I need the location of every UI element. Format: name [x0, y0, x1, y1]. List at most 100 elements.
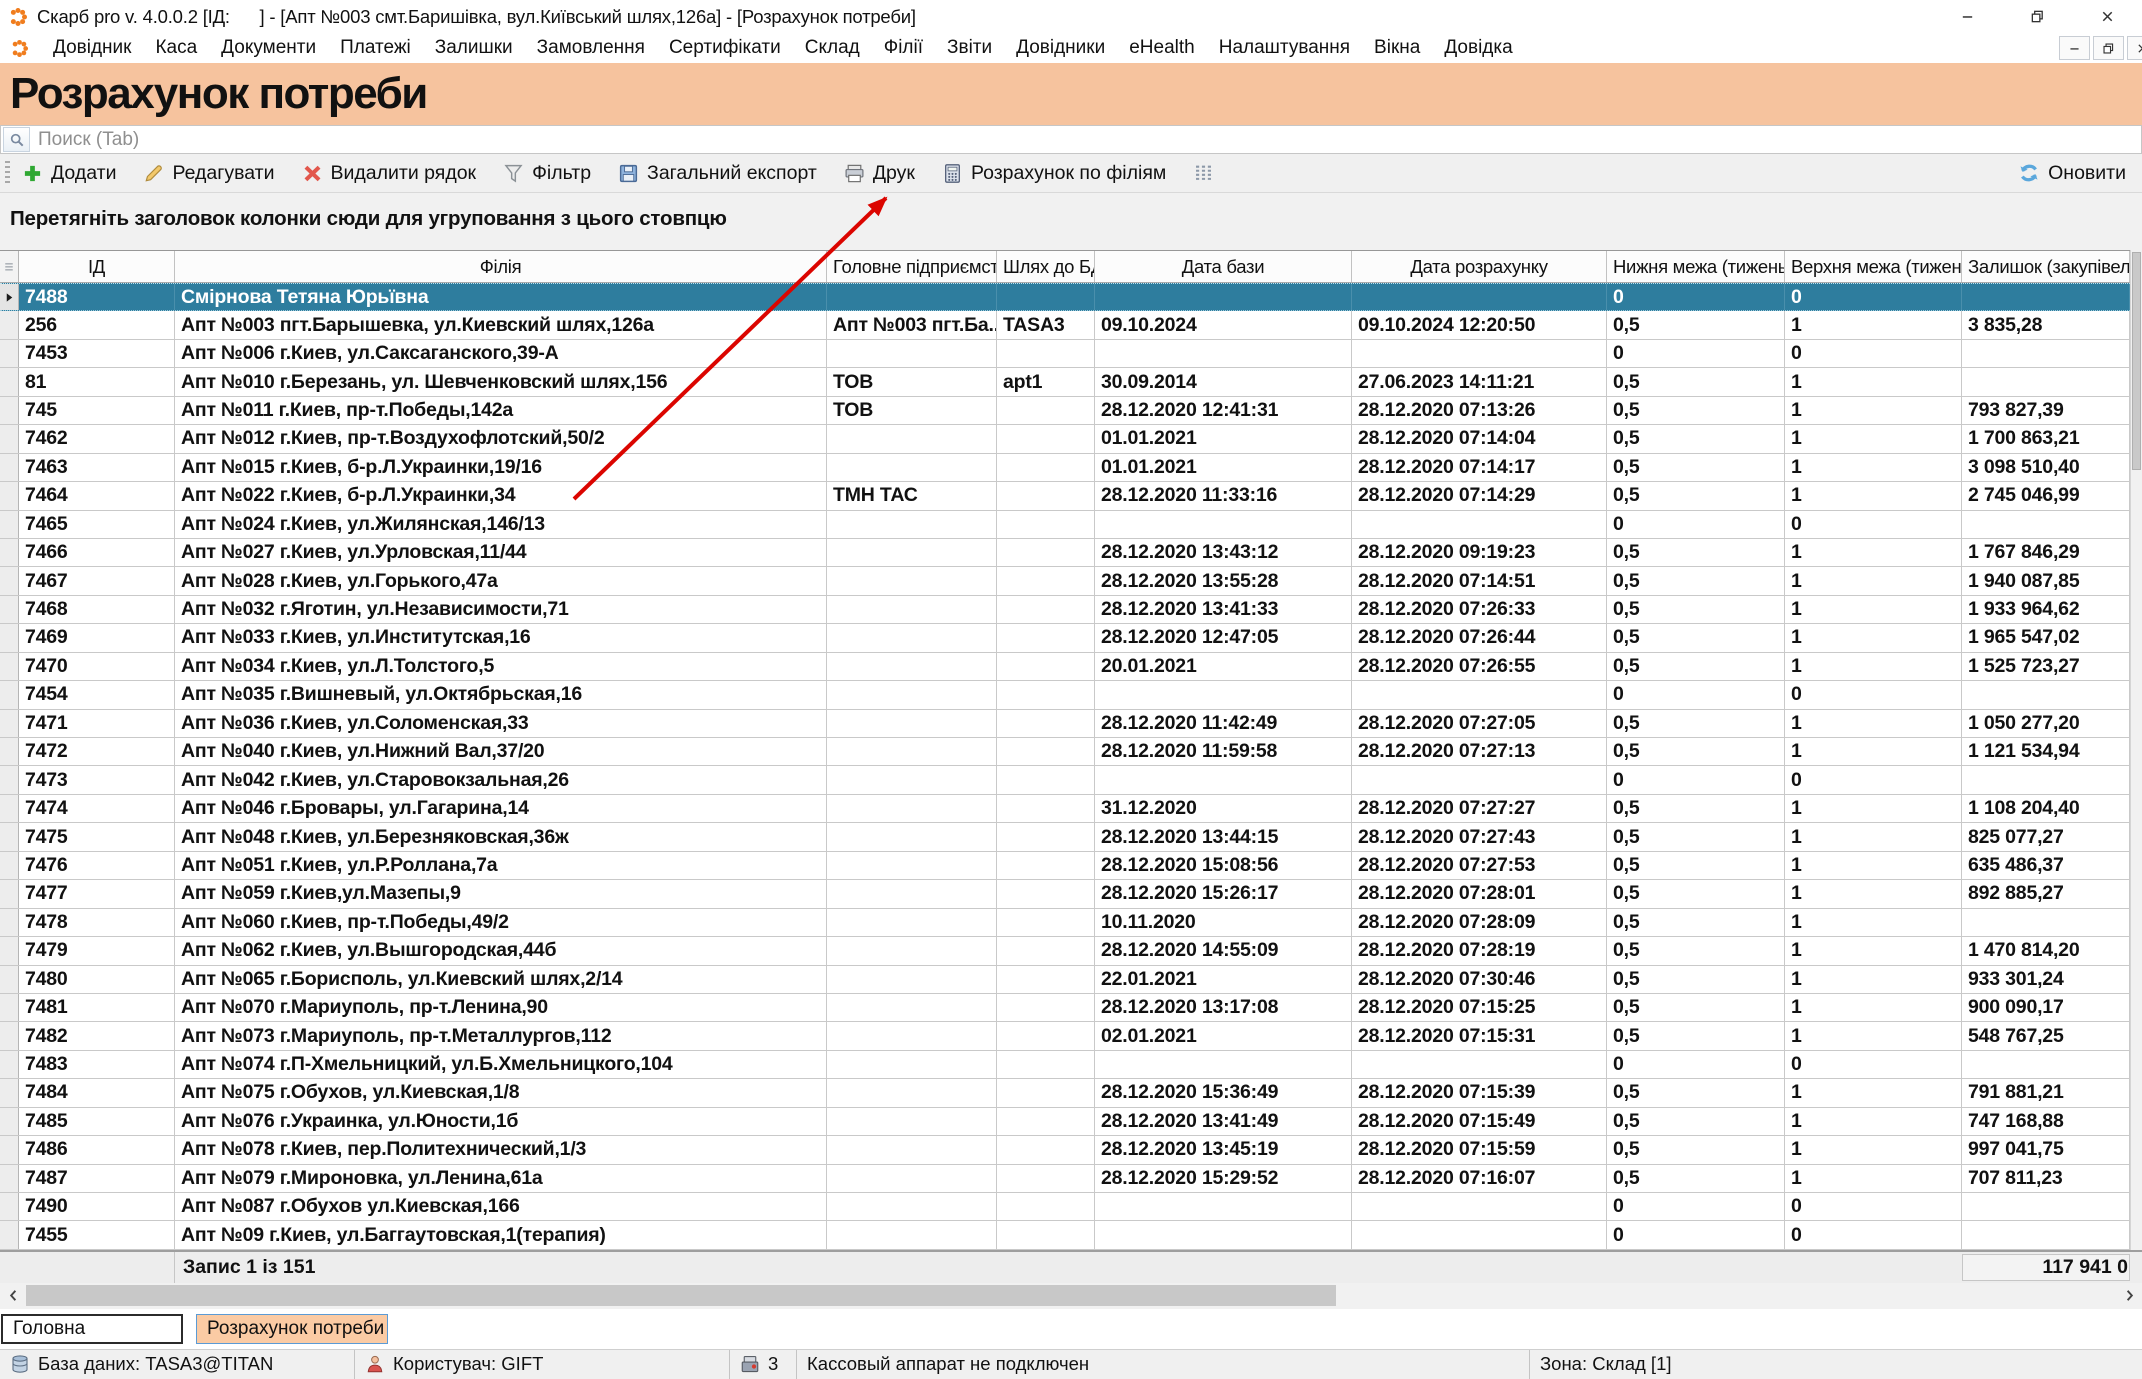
row-indicator	[0, 567, 19, 594]
menu-item-1[interactable]: Каса	[143, 37, 209, 59]
menu-item-9[interactable]: Звіти	[935, 37, 1004, 59]
cell-filia: Апт №010 г.Березань, ул. Шевченковский ш…	[175, 368, 827, 395]
cell-head	[827, 852, 997, 879]
horizontal-scrollbar-thumb[interactable]	[26, 1285, 1336, 1306]
toolbar-button-calc[interactable]: Розрахунок по філіям	[942, 162, 1166, 185]
cell-id: 7486	[19, 1136, 175, 1163]
column-header-lower[interactable]: Нижня межа (тижень)	[1607, 251, 1785, 282]
menu-item-4[interactable]: Залишки	[423, 37, 525, 59]
status-segment-2: 3	[730, 1350, 797, 1379]
toolbar-button-delete[interactable]: Видалити рядок	[302, 162, 477, 185]
menu-item-3[interactable]: Платежі	[328, 37, 423, 59]
mdi-close-button[interactable]	[2127, 36, 2142, 60]
toolbar-button-export[interactable]: Загальний експорт	[618, 162, 817, 185]
status-text-1: Користувач: GIFT	[393, 1353, 543, 1375]
table-row[interactable]: 256Апт №003 пгт.Барышевка, ул.Киевский ш…	[0, 311, 2142, 339]
column-header-filia[interactable]: Філія	[175, 251, 827, 282]
table-row[interactable]: 7479Апт №062 г.Киев, ул.Вышгородская,44б…	[0, 937, 2142, 965]
table-row[interactable]: 7477Апт №059 г.Киев,ул.Мазепы,928.12.202…	[0, 880, 2142, 908]
table-row[interactable]: 7488Смірнова Тетяна Юрьївна00	[0, 283, 2142, 311]
horizontal-scrollbar[interactable]	[0, 1283, 2142, 1309]
toolbar-button-add[interactable]: Додати	[22, 162, 116, 185]
table-row[interactable]: 7470Апт №034 г.Киев, ул.Л.Толстого,520.0…	[0, 653, 2142, 681]
scroll-left-icon[interactable]	[2, 1283, 24, 1309]
cell-calc-date: 28.12.2020 07:15:49	[1352, 1108, 1607, 1135]
table-row[interactable]: 7484Апт №075 г.Обухов, ул.Киевская,1/828…	[0, 1079, 2142, 1107]
menu-item-5[interactable]: Замовлення	[525, 37, 657, 59]
table-row[interactable]: 7462Апт №012 г.Киев, пр-т.Воздухофлотски…	[0, 425, 2142, 453]
cell-lower: 0	[1607, 1051, 1785, 1078]
window-minimize-button[interactable]	[1932, 0, 2002, 33]
table-row[interactable]: 7454Апт №035 г.Вишневый, ул.Октябрьская,…	[0, 681, 2142, 709]
menu-item-6[interactable]: Сертифікати	[657, 37, 793, 59]
table-row[interactable]: 7472Апт №040 г.Киев, ул.Нижний Вал,37/20…	[0, 738, 2142, 766]
table-row[interactable]: 7471Апт №036 г.Киев, ул.Соломенская,3328…	[0, 710, 2142, 738]
table-row[interactable]: 7468Апт №032 г.Яготин, ул.Независимости,…	[0, 596, 2142, 624]
table-row[interactable]: 7490Апт №087 г.Обухов ул.Киевская,16600	[0, 1193, 2142, 1221]
cell-dbpath	[997, 880, 1095, 907]
cell-base-date: 01.01.2021	[1095, 454, 1352, 481]
cell-stock: 900 090,17	[1962, 994, 2130, 1021]
toolbar-grip[interactable]	[5, 161, 10, 185]
menu-item-0[interactable]: Довідник	[41, 37, 143, 59]
search-input[interactable]	[32, 129, 2141, 151]
table-row[interactable]: 7467Апт №028 г.Киев, ул.Горького,47а28.1…	[0, 567, 2142, 595]
cell-id: 7482	[19, 1022, 175, 1049]
cell-filia: Апт №003 пгт.Барышевка, ул.Киевский шлях…	[175, 311, 827, 338]
column-header-head[interactable]: Головне підприємство	[827, 251, 997, 282]
table-row[interactable]: 7483Апт №074 г.П-Хмельницкий, ул.Б.Хмель…	[0, 1051, 2142, 1079]
table-row[interactable]: 7481Апт №070 г.Мариуполь, пр-т.Ленина,90…	[0, 994, 2142, 1022]
toolbar-button-columns[interactable]	[1193, 163, 1214, 184]
vertical-scrollbar[interactable]	[2130, 250, 2142, 1250]
table-row[interactable]: 7455Апт №09 г.Киев, ул.Баггаутовская,1(т…	[0, 1221, 2142, 1249]
menu-item-14[interactable]: Довідка	[1432, 37, 1524, 59]
table-row[interactable]: 745Апт №011 г.Киев, пр-т.Победы,142аТОВ2…	[0, 397, 2142, 425]
table-row[interactable]: 7480Апт №065 г.Борисполь, ул.Киевский шл…	[0, 966, 2142, 994]
search-icon[interactable]	[3, 127, 30, 152]
table-row[interactable]: 81Апт №010 г.Березань, ул. Шевченковский…	[0, 368, 2142, 396]
cell-lower: 0	[1607, 511, 1785, 538]
table-row[interactable]: 7453Апт №006 г.Киев, ул.Саксаганского,39…	[0, 340, 2142, 368]
column-header-upper[interactable]: Верхня межа (тижень)	[1785, 251, 1962, 282]
column-header-calc-date[interactable]: Дата розрахунку	[1352, 251, 1607, 282]
table-row[interactable]: 7485Апт №076 г.Украинка, ул.Юности,1б28.…	[0, 1108, 2142, 1136]
table-row[interactable]: 7487Апт №079 г.Мироновка, ул.Ленина,61а2…	[0, 1165, 2142, 1193]
vertical-scrollbar-thumb[interactable]	[2132, 252, 2141, 470]
toolbar-button-edit[interactable]: Редагувати	[143, 162, 274, 185]
window-close-button[interactable]	[2072, 0, 2142, 33]
table-row[interactable]: 7473Апт №042 г.Киев, ул.Старовокзальная,…	[0, 766, 2142, 794]
mdi-minimize-button[interactable]	[2059, 36, 2090, 60]
mdi-restore-button[interactable]	[2093, 36, 2124, 60]
table-row[interactable]: 7475Апт №048 г.Киев, ул.Березняковская,3…	[0, 823, 2142, 851]
table-row[interactable]: 7486Апт №078 г.Киев, пер.Политехнический…	[0, 1136, 2142, 1164]
menu-item-2[interactable]: Документи	[209, 37, 328, 59]
scroll-right-icon[interactable]	[2118, 1283, 2140, 1309]
grid-corner-icon[interactable]	[0, 251, 19, 282]
table-row[interactable]: 7476Апт №051 г.Киев, ул.Р.Роллана,7а28.1…	[0, 852, 2142, 880]
menu-item-12[interactable]: Налаштування	[1207, 37, 1362, 59]
menu-item-10[interactable]: Довідники	[1004, 37, 1117, 59]
column-header-dbpath[interactable]: Шлях до БД	[997, 251, 1095, 282]
table-row[interactable]: 7464Апт №022 г.Киев, б-р.Л.Украинки,34ТМ…	[0, 482, 2142, 510]
column-header-id[interactable]: ІД	[19, 251, 175, 282]
table-row[interactable]: 7469Апт №033 г.Киев, ул.Институтская,162…	[0, 624, 2142, 652]
menu-item-7[interactable]: Склад	[793, 37, 872, 59]
table-row[interactable]: 7478Апт №060 г.Киев, пр-т.Победы,49/210.…	[0, 909, 2142, 937]
menu-item-11[interactable]: eHealth	[1117, 37, 1207, 59]
table-row[interactable]: 7465Апт №024 г.Киев, ул.Жилянская,146/13…	[0, 511, 2142, 539]
cell-upper: 1	[1785, 909, 1962, 936]
table-row[interactable]: 7463Апт №015 г.Киев, б-р.Л.Украинки,19/1…	[0, 454, 2142, 482]
menu-item-13[interactable]: Вікна	[1362, 37, 1432, 59]
column-header-stock[interactable]: Залишок (закупівельн	[1962, 251, 2130, 282]
toolbar-button-filter[interactable]: Фільтр	[503, 162, 591, 185]
window-restore-button[interactable]	[2002, 0, 2072, 33]
toolbar-button-print[interactable]: Друк	[844, 162, 915, 185]
table-row[interactable]: 7482Апт №073 г.Мариуполь, пр-т.Металлург…	[0, 1022, 2142, 1050]
tab-home[interactable]: Головна	[1, 1314, 183, 1344]
menu-item-8[interactable]: Філії	[872, 37, 935, 59]
table-row[interactable]: 7474Апт №046 г.Бровары, ул.Гагарина,1431…	[0, 795, 2142, 823]
column-header-base-date[interactable]: Дата бази	[1095, 251, 1352, 282]
refresh-button[interactable]: Оновити	[2018, 162, 2126, 185]
table-row[interactable]: 7466Апт №027 г.Киев, ул.Урловская,11/442…	[0, 539, 2142, 567]
tab-rozrahunok-potreby[interactable]: Розрахунок потреби	[196, 1314, 388, 1344]
